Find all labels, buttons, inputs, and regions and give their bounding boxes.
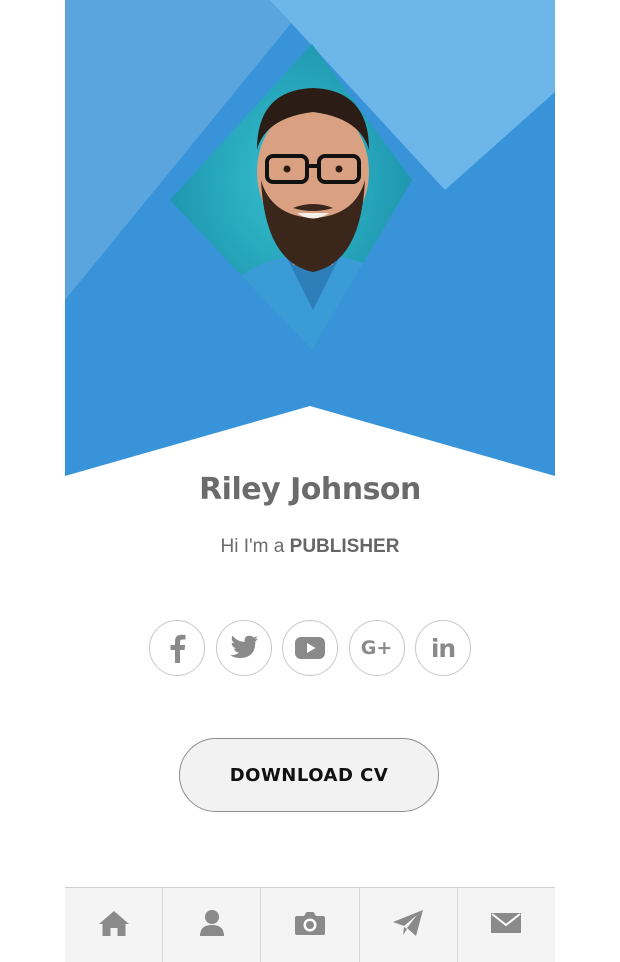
google-plus-icon: G+ bbox=[360, 637, 393, 659]
download-cv-button[interactable]: DOWNLOAD CV bbox=[179, 738, 439, 812]
user-icon bbox=[199, 909, 225, 942]
social-links: G+ in bbox=[149, 620, 471, 680]
profile-subtitle: Hi I'm a PUBLISHER bbox=[65, 536, 555, 558]
linkedin-button[interactable]: in bbox=[415, 620, 471, 676]
youtube-icon bbox=[294, 636, 326, 660]
tab-send[interactable] bbox=[360, 888, 458, 962]
tab-profile[interactable] bbox=[163, 888, 262, 962]
tab-camera[interactable] bbox=[261, 888, 360, 962]
facebook-button[interactable] bbox=[149, 620, 205, 676]
mail-icon bbox=[490, 911, 522, 940]
bottom-tab-bar bbox=[65, 887, 555, 962]
home-icon bbox=[98, 909, 130, 942]
linkedin-icon: in bbox=[430, 633, 456, 663]
hero-header bbox=[65, 0, 555, 480]
greeting-text: Hi I'm a bbox=[220, 536, 290, 557]
twitter-icon bbox=[229, 635, 259, 661]
tab-home[interactable] bbox=[65, 888, 164, 962]
google-plus-button[interactable]: G+ bbox=[348, 620, 405, 676]
facebook-icon bbox=[166, 633, 188, 663]
profile-card: Riley Johnson Hi I'm a PUBLISHER G+ in D… bbox=[65, 0, 555, 962]
role-text: PUBLISHER bbox=[289, 536, 400, 557]
camera-icon bbox=[294, 910, 326, 941]
youtube-button[interactable] bbox=[282, 620, 338, 676]
send-icon bbox=[392, 909, 424, 942]
twitter-button[interactable] bbox=[215, 620, 272, 676]
profile-name: Riley Johnson bbox=[199, 472, 421, 507]
tab-mail[interactable] bbox=[458, 888, 555, 962]
